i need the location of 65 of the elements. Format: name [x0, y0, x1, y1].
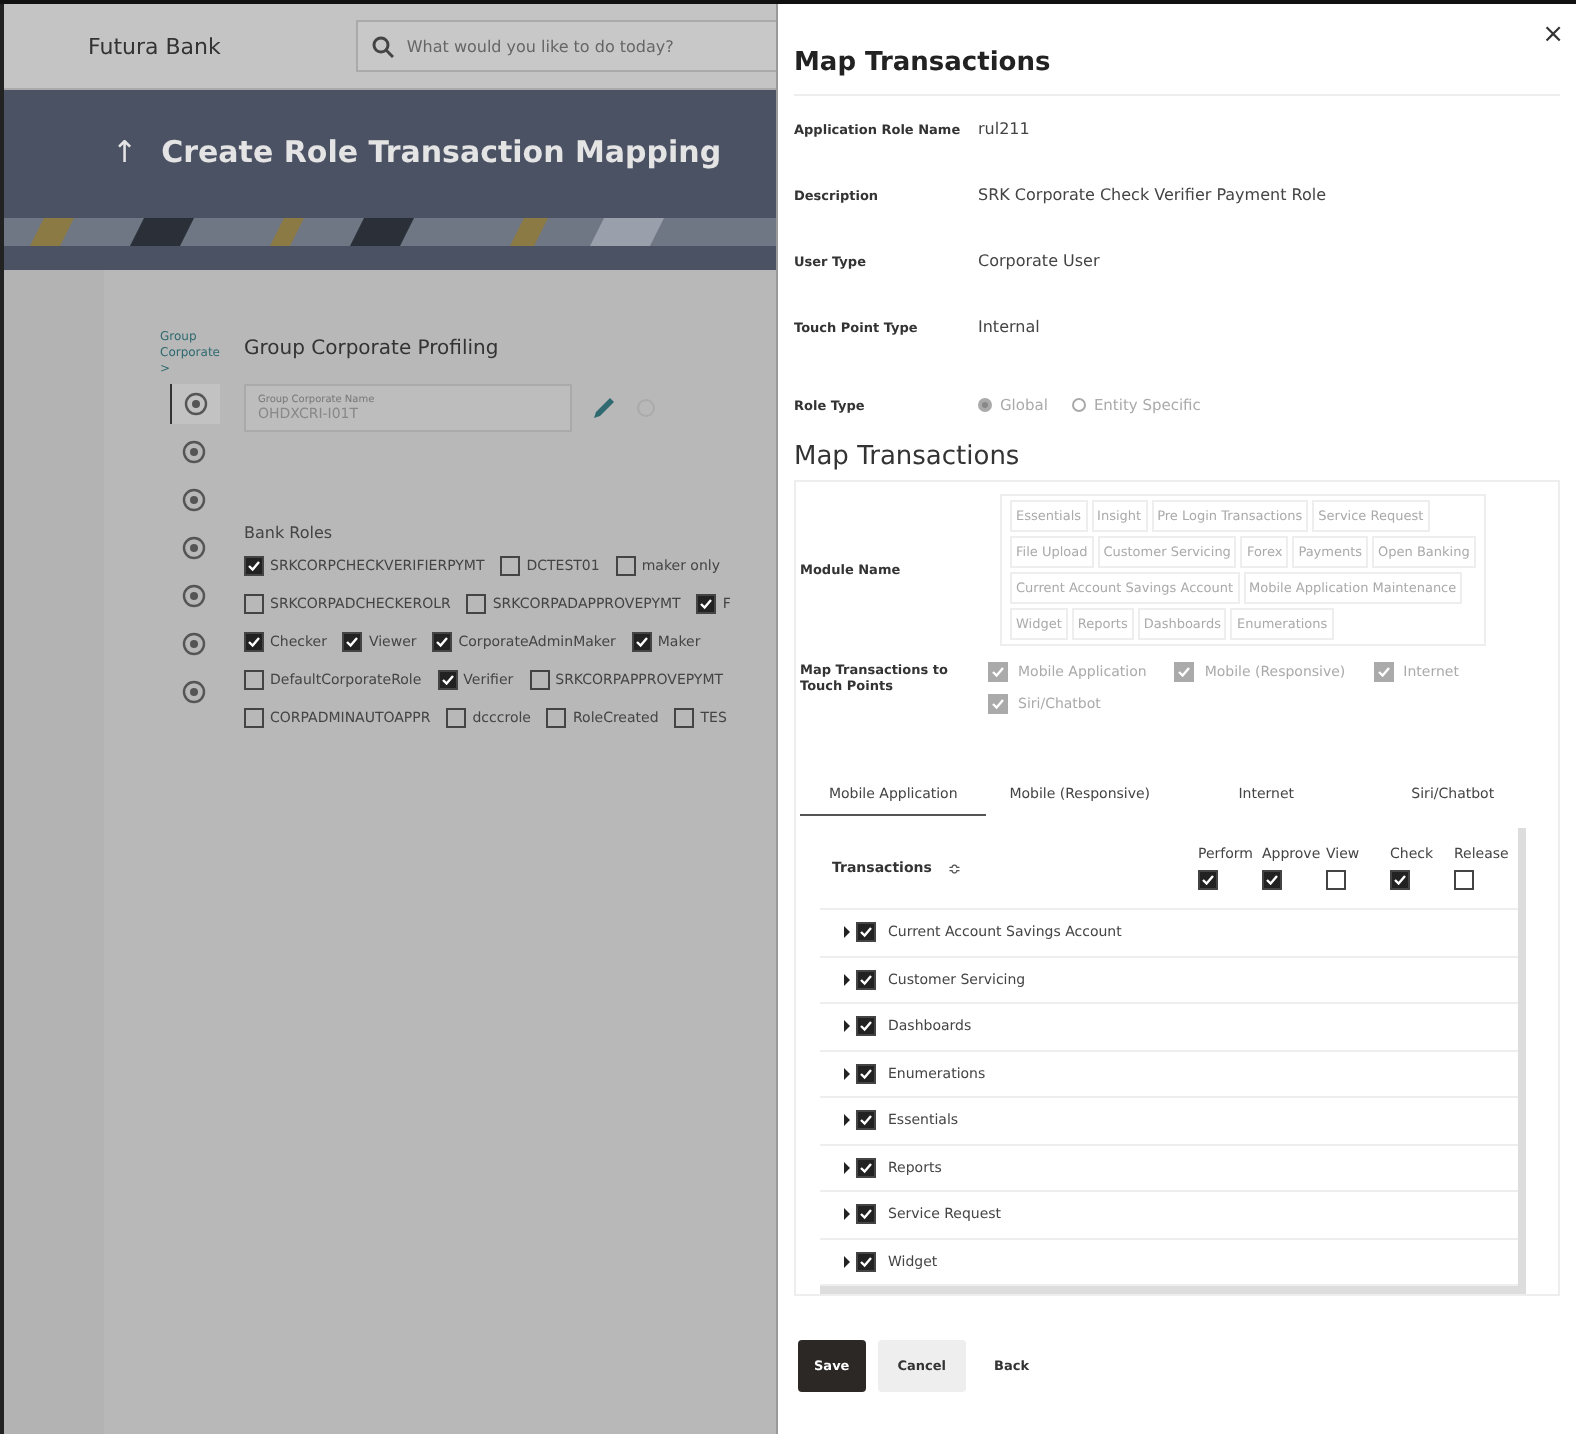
drawer-title: Map Transactions	[794, 48, 1560, 96]
close-button[interactable]: ×	[1542, 20, 1564, 50]
row-checkbox[interactable]	[856, 1110, 876, 1131]
circle-icon	[182, 488, 206, 513]
expand-icon[interactable]	[844, 1067, 850, 1080]
role-checkbox[interactable]	[244, 670, 264, 690]
search-field[interactable]: What would you like to do today?	[356, 20, 776, 72]
edit-icon[interactable]	[592, 396, 616, 420]
circle-icon	[182, 536, 206, 561]
sidebar-item[interactable]	[169, 384, 219, 425]
role-checkbox[interactable]	[529, 670, 550, 690]
role-checkbox[interactable]	[342, 632, 363, 652]
expand-icon[interactable]	[844, 1255, 850, 1268]
detail-value: SRK Corporate Check Verifier Payment Role	[978, 186, 1326, 204]
row-checkbox[interactable]	[856, 1016, 876, 1037]
touch-point-checkbox[interactable]	[988, 694, 1008, 714]
row-checkbox[interactable]	[856, 1063, 876, 1084]
role-checkbox[interactable]	[500, 556, 521, 576]
expand-icon[interactable]	[844, 1208, 850, 1221]
column-checkbox[interactable]	[1262, 870, 1282, 890]
row-checkbox[interactable]	[856, 1204, 876, 1225]
role-checkbox[interactable]	[631, 632, 652, 652]
section-title: Map Transactions	[794, 442, 1022, 472]
expand-icon[interactable]	[844, 926, 850, 939]
circle-icon	[183, 392, 207, 417]
detail-value: rul211	[978, 120, 1030, 138]
expand-icon[interactable]	[844, 1114, 850, 1127]
touch-point-checkbox[interactable]	[988, 662, 1008, 682]
role-checkbox[interactable]	[432, 632, 453, 652]
role-checkbox[interactable]	[446, 708, 467, 728]
touch-point-checkbox[interactable]	[1373, 662, 1394, 682]
column-checkbox[interactable]	[1454, 870, 1474, 890]
circle-icon	[182, 680, 206, 705]
row-checkbox[interactable]	[856, 1251, 876, 1272]
circle-icon	[182, 440, 206, 465]
back-arrow[interactable]: ↑	[112, 134, 138, 170]
circle-icon	[182, 632, 206, 657]
role-checkbox[interactable]	[437, 670, 458, 690]
touch-point-checkbox[interactable]	[1174, 662, 1195, 682]
detail-value: Corporate User	[978, 252, 1100, 270]
bank-roles-title: Bank Roles	[244, 524, 335, 542]
role-checkbox[interactable]	[466, 594, 487, 614]
brand-name: Futura Bank	[88, 33, 221, 59]
role-checkbox[interactable]	[696, 594, 717, 614]
page-title: Create Role Transaction Mapping	[161, 134, 722, 170]
role-checkbox[interactable]	[674, 708, 695, 728]
role-checkbox[interactable]	[244, 632, 264, 652]
role-checkbox[interactable]	[244, 708, 264, 728]
circle-icon	[182, 584, 206, 609]
section-title: Group Corporate Profiling	[244, 338, 501, 360]
role-checkbox[interactable]	[244, 594, 264, 614]
row-checkbox[interactable]	[856, 969, 876, 990]
expand-icon[interactable]	[844, 1161, 850, 1174]
detail-value: Internal	[978, 318, 1040, 336]
expand-icon[interactable]	[844, 1020, 850, 1033]
role-checkbox[interactable]	[546, 708, 567, 728]
row-checkbox[interactable]	[856, 1157, 876, 1178]
column-checkbox[interactable]	[1198, 870, 1218, 890]
sort-icon[interactable]: ≎	[947, 859, 962, 877]
expand-icon[interactable]	[844, 973, 850, 986]
role-checkbox[interactable]	[615, 556, 636, 576]
row-checkbox[interactable]	[856, 922, 876, 943]
role-checkbox[interactable]	[244, 556, 264, 576]
column-checkbox[interactable]	[1326, 870, 1346, 890]
column-checkbox[interactable]	[1390, 870, 1410, 890]
